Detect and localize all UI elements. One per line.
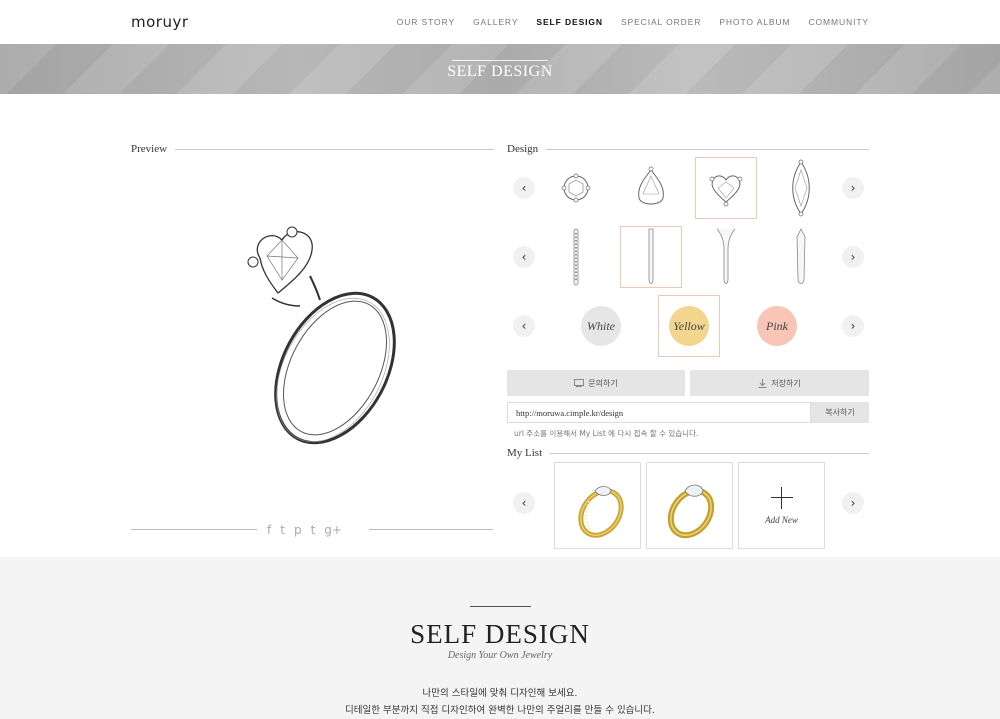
- band-option-pave[interactable]: [545, 226, 607, 288]
- nav-our-story[interactable]: OUR STORY: [397, 17, 455, 27]
- share-icons: f t p t g+: [267, 521, 342, 539]
- share-row: f t p t g+: [131, 521, 493, 539]
- plus-icon: [770, 486, 793, 509]
- pear-stone-icon: [638, 166, 664, 205]
- intro-divider: [470, 606, 531, 607]
- mylist-item-1[interactable]: [554, 462, 641, 549]
- band-option-plain[interactable]: [620, 226, 682, 288]
- round-stone-icon: [561, 173, 591, 203]
- intro-text-line-1: 나만의 스타일에 맞춰 디자인해 보세요.: [422, 688, 578, 699]
- pink-swatch: Pink: [757, 306, 797, 346]
- yellow-swatch: Yellow: [669, 306, 709, 346]
- save-label: 저장하기: [771, 378, 801, 388]
- pinterest-icon[interactable]: p: [294, 521, 302, 539]
- ring-preview-image: [247, 226, 396, 445]
- add-new-label: Add New: [765, 514, 798, 525]
- preview-heading-label: Preview: [131, 143, 168, 155]
- mylist-heading-label: My List: [507, 447, 543, 459]
- design-url-field[interactable]: http://moruwa.cimple.kr/design: [507, 402, 811, 423]
- shape-option-marquise[interactable]: [770, 157, 832, 219]
- white-swatch: White: [581, 306, 621, 346]
- url-note: url 주소를 이용해서 My List 에 다시 접속 할 수 있습니다.: [514, 429, 699, 438]
- main-nav: OUR STORY GALLERY SELF DESIGN SPECIAL OR…: [397, 17, 869, 27]
- nav-photo-album[interactable]: PHOTO ALBUM: [719, 17, 790, 27]
- band-prev-button[interactable]: ‹: [513, 246, 535, 268]
- inquiry-label: 문의하기: [588, 378, 618, 388]
- shape-prev-button[interactable]: ‹: [513, 177, 535, 199]
- intro-section: SELF DESIGN Design Your Own Jewelry 나만의 …: [0, 557, 1000, 719]
- color-option-yellow[interactable]: Yellow: [658, 295, 720, 357]
- heart-stone-icon: [709, 175, 743, 207]
- monitor-icon: [574, 379, 585, 387]
- banner-divider: [452, 60, 548, 61]
- gold-pave-ring-thumbnail: [577, 485, 624, 538]
- shape-option-round[interactable]: [545, 157, 607, 219]
- nav-community[interactable]: COMMUNITY: [808, 17, 869, 27]
- design-heading: Design: [507, 143, 869, 155]
- nav-gallery[interactable]: GALLERY: [473, 17, 518, 27]
- page-banner: SELF DESIGN: [0, 44, 1000, 94]
- split-band-icon: [716, 228, 736, 284]
- intro-subtitle: Design Your Own Jewelry: [447, 650, 553, 661]
- mylist-next-button[interactable]: ›: [842, 492, 864, 514]
- facebook-icon[interactable]: f: [267, 521, 271, 539]
- tapered-band-icon: [796, 228, 806, 284]
- nav-self-design[interactable]: SELF DESIGN: [536, 17, 603, 27]
- gold-solitaire-ring-thumbnail: [667, 484, 714, 538]
- band-next-button[interactable]: ›: [842, 246, 864, 268]
- plain-band-icon: [648, 228, 654, 284]
- shape-next-button[interactable]: ›: [842, 177, 864, 199]
- twitter-icon[interactable]: t: [280, 521, 285, 539]
- color-option-white[interactable]: White: [570, 295, 632, 357]
- tumblr-icon[interactable]: t: [311, 521, 316, 539]
- copy-button[interactable]: 복사하기: [811, 402, 869, 423]
- shape-option-pear[interactable]: [620, 157, 682, 219]
- intro-text-line-2: 디테일한 부분까지 직접 디자인하여 완벽한 나만의 주얼리를 만들 수 있습니…: [345, 705, 655, 716]
- band-option-tapered[interactable]: [770, 226, 832, 288]
- inquiry-button[interactable]: 문의하기: [507, 370, 685, 396]
- banner-title: SELF DESIGN: [447, 63, 553, 80]
- download-icon: [758, 378, 767, 388]
- logo[interactable]: moruyr: [131, 13, 189, 31]
- nav-special-order[interactable]: SPECIAL ORDER: [621, 17, 701, 27]
- color-next-button[interactable]: ›: [842, 315, 864, 337]
- mylist-prev-button[interactable]: ‹: [513, 492, 535, 514]
- color-prev-button[interactable]: ‹: [513, 315, 535, 337]
- pave-band-icon: [573, 228, 579, 286]
- mylist-heading: My List: [507, 447, 869, 459]
- add-new-button[interactable]: Add New: [738, 462, 825, 549]
- site-header: moruyr OUR STORY GALLERY SELF DESIGN SPE…: [0, 0, 1000, 44]
- marquise-stone-icon: [792, 159, 810, 217]
- intro-title: SELF DESIGN: [410, 619, 590, 649]
- shape-option-heart[interactable]: [695, 157, 757, 219]
- color-option-pink[interactable]: Pink: [746, 295, 808, 357]
- band-option-split[interactable]: [695, 226, 757, 288]
- save-button[interactable]: 저장하기: [690, 370, 869, 396]
- preview-heading: Preview: [131, 143, 494, 155]
- mylist-item-2[interactable]: [646, 462, 733, 549]
- google-plus-icon[interactable]: g+: [324, 521, 342, 539]
- design-heading-label: Design: [507, 143, 539, 155]
